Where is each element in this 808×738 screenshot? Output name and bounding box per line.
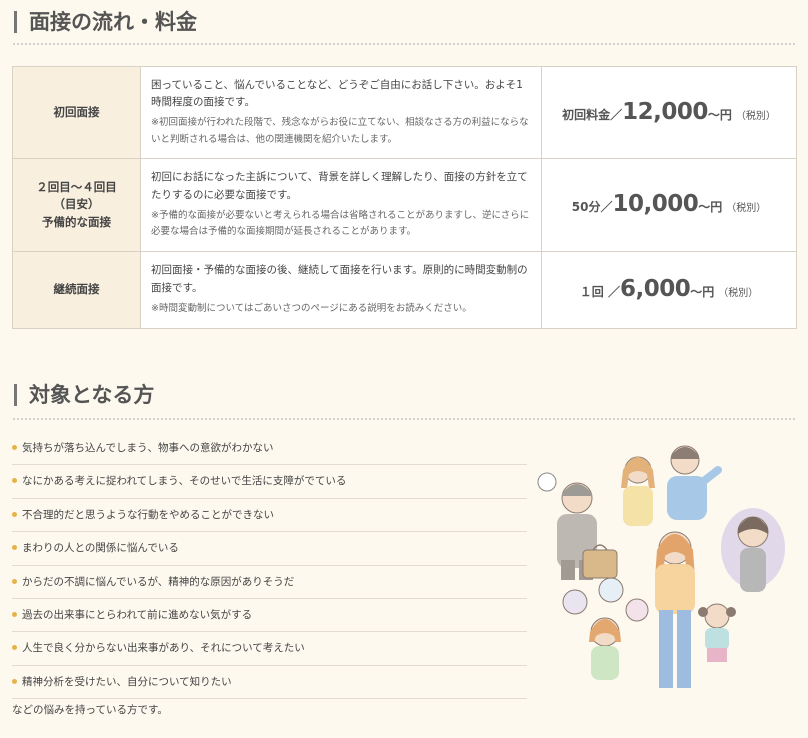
list-item: 気持ちが落ち込んでしまう、物事への意欲がわかない xyxy=(12,432,527,466)
description-text: 初回面接・予備的な面接の後、継続して面接を行います。原則的に時間変動制の面接です… xyxy=(151,264,528,295)
face-icon xyxy=(625,598,649,622)
description-text: 困っていること、悩んでいることなど、どうぞご自由にお話し下さい。およそ1時間程度… xyxy=(151,78,523,109)
list-item: 人生で良く分からない出来事があり、それについて考えたい xyxy=(12,632,527,666)
fee-prefix: 初回料金／ xyxy=(562,107,623,122)
list-item: なにかある考えに捉われてしまう、そのせいで生活に支障がでている xyxy=(12,465,527,499)
title-divider xyxy=(12,417,796,421)
fee-suffix: 〜円 xyxy=(707,107,732,122)
row-description: 困っていること、悩んでいることなど、どうぞご自由にお話し下さい。およそ1時間程度… xyxy=(140,66,542,159)
row-name: ２回目〜４回目 （目安） 予備的な面接 xyxy=(12,158,141,252)
person-head xyxy=(704,603,730,629)
fee-amount: 10,000 xyxy=(612,191,699,218)
row-name: 初回面接 xyxy=(12,66,141,159)
person-body xyxy=(623,486,653,526)
table-row: ２回目〜４回目 （目安） 予備的な面接 初回にお話になった主訴について、背景を詳… xyxy=(12,158,797,252)
table-row: 初回面接 困っていること、悩んでいることなど、どうぞご自由にお話し下さい。およそ… xyxy=(12,66,797,159)
row-name-line3: 予備的な面接 xyxy=(42,214,111,229)
fee-amount: 6,000 xyxy=(619,276,691,303)
section-title-targets: 対象となる方 xyxy=(14,384,154,406)
description-note: ※予備的な面接が必要ないと考えられる場合は省略されることがありますし、逆にさらに… xyxy=(151,209,530,238)
fee-tax: （税別） xyxy=(718,288,759,300)
row-fee: 初回料金／12,000〜円 （税別） xyxy=(541,66,797,159)
fee-amount: 12,000 xyxy=(622,98,708,125)
description-text: 初回にお話になった主訴について、背景を詳しく理解したり、面接の方針を立てたりする… xyxy=(151,171,528,201)
bag-icon xyxy=(582,549,618,579)
row-fee: 50分／10,000〜円 （税別） xyxy=(541,158,797,252)
list-item: 不合理的だと思うような行動をやめることができない xyxy=(12,499,527,533)
fee-tax: （税別） xyxy=(726,203,767,215)
person-body xyxy=(705,628,729,650)
section-title-fees: 面接の流れ・料金 xyxy=(14,11,197,33)
fee-table: 初回面接 困っていること、悩んでいることなど、どうぞご自由にお話し下さい。およそ… xyxy=(12,66,797,329)
fee-suffix: 〜円 xyxy=(690,285,715,300)
row-name: 継続面接 xyxy=(12,251,141,329)
person-body xyxy=(591,646,619,680)
target-list: 気持ちが落ち込んでしまう、物事への意欲がわかない なにかある考えに捉われてしまう… xyxy=(12,432,527,700)
thought-bubble-icon xyxy=(537,472,557,492)
list-item: 精神分析を受けたい、自分について知りたい xyxy=(12,666,527,700)
list-item: 過去の出来事にとらわれて前に進めない気がする xyxy=(12,599,527,633)
fee-prefix: １回 ／ xyxy=(579,285,620,300)
title-divider xyxy=(12,42,796,46)
description-note: ※初回面接が行われた段階で、残念ながらお役に立てない、相談なさる方の利益にならな… xyxy=(151,117,529,145)
row-name-line2: （目安） xyxy=(53,197,100,212)
list-item: からだの不調に悩んでいるが、精神的な原因がありそうだ xyxy=(12,566,527,599)
fee-tax: （税別） xyxy=(735,110,776,122)
face-icon xyxy=(562,589,588,615)
row-fee: １回 ／6,000〜円 （税別） xyxy=(541,251,797,329)
face-icon xyxy=(598,577,624,603)
person-body xyxy=(655,564,695,614)
closing-text: などの悩みを持っている方です。 xyxy=(12,704,168,716)
people-illustration xyxy=(537,445,785,688)
fee-prefix: 50分／ xyxy=(571,200,613,215)
description-note: ※時間変動制についてはごあいさつのページにある説明をお読みください。 xyxy=(151,303,472,315)
row-name-line1: ２回目〜４回目 xyxy=(36,180,117,195)
row-description: 初回面接・予備的な面接の後、継続して面接を行います。原則的に時間変動制の面接です… xyxy=(140,251,542,329)
table-row: 継続面接 初回面接・予備的な面接の後、継続して面接を行います。原則的に時間変動制… xyxy=(12,251,797,329)
list-item: まわりの人との関係に悩んでいる xyxy=(12,532,527,566)
row-description: 初回にお話になった主訴について、背景を詳しく理解したり、面接の方針を立てたりする… xyxy=(140,158,542,252)
person-body xyxy=(740,548,766,592)
fee-suffix: 〜円 xyxy=(698,200,723,215)
